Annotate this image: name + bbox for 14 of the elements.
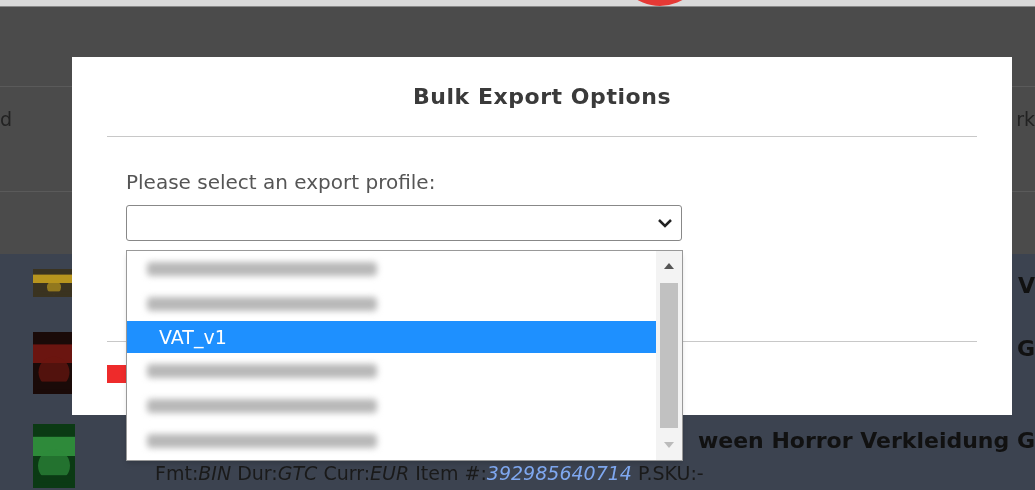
listing-title: V — [1017, 272, 1035, 300]
prompt-text: Please select an export profile: — [126, 170, 436, 194]
dropdown-option[interactable]: VAT_v1 — [127, 321, 656, 353]
scroll-up-icon — [664, 263, 674, 269]
scroll-down-icon — [664, 442, 674, 448]
dialog-title: Bulk Export Options — [412, 83, 672, 111]
chevron-down-icon — [657, 218, 673, 228]
listing-title: G — [1016, 335, 1035, 363]
scrollbar[interactable] — [656, 251, 682, 460]
scrollbar-thumb[interactable] — [660, 283, 678, 428]
dropdown-option[interactable] — [127, 251, 656, 286]
listing-title: ween Horror Verkleidung G — [697, 427, 1035, 455]
item-number-link[interactable]: 392985640714 — [486, 459, 632, 488]
profile-select[interactable] — [126, 205, 682, 241]
